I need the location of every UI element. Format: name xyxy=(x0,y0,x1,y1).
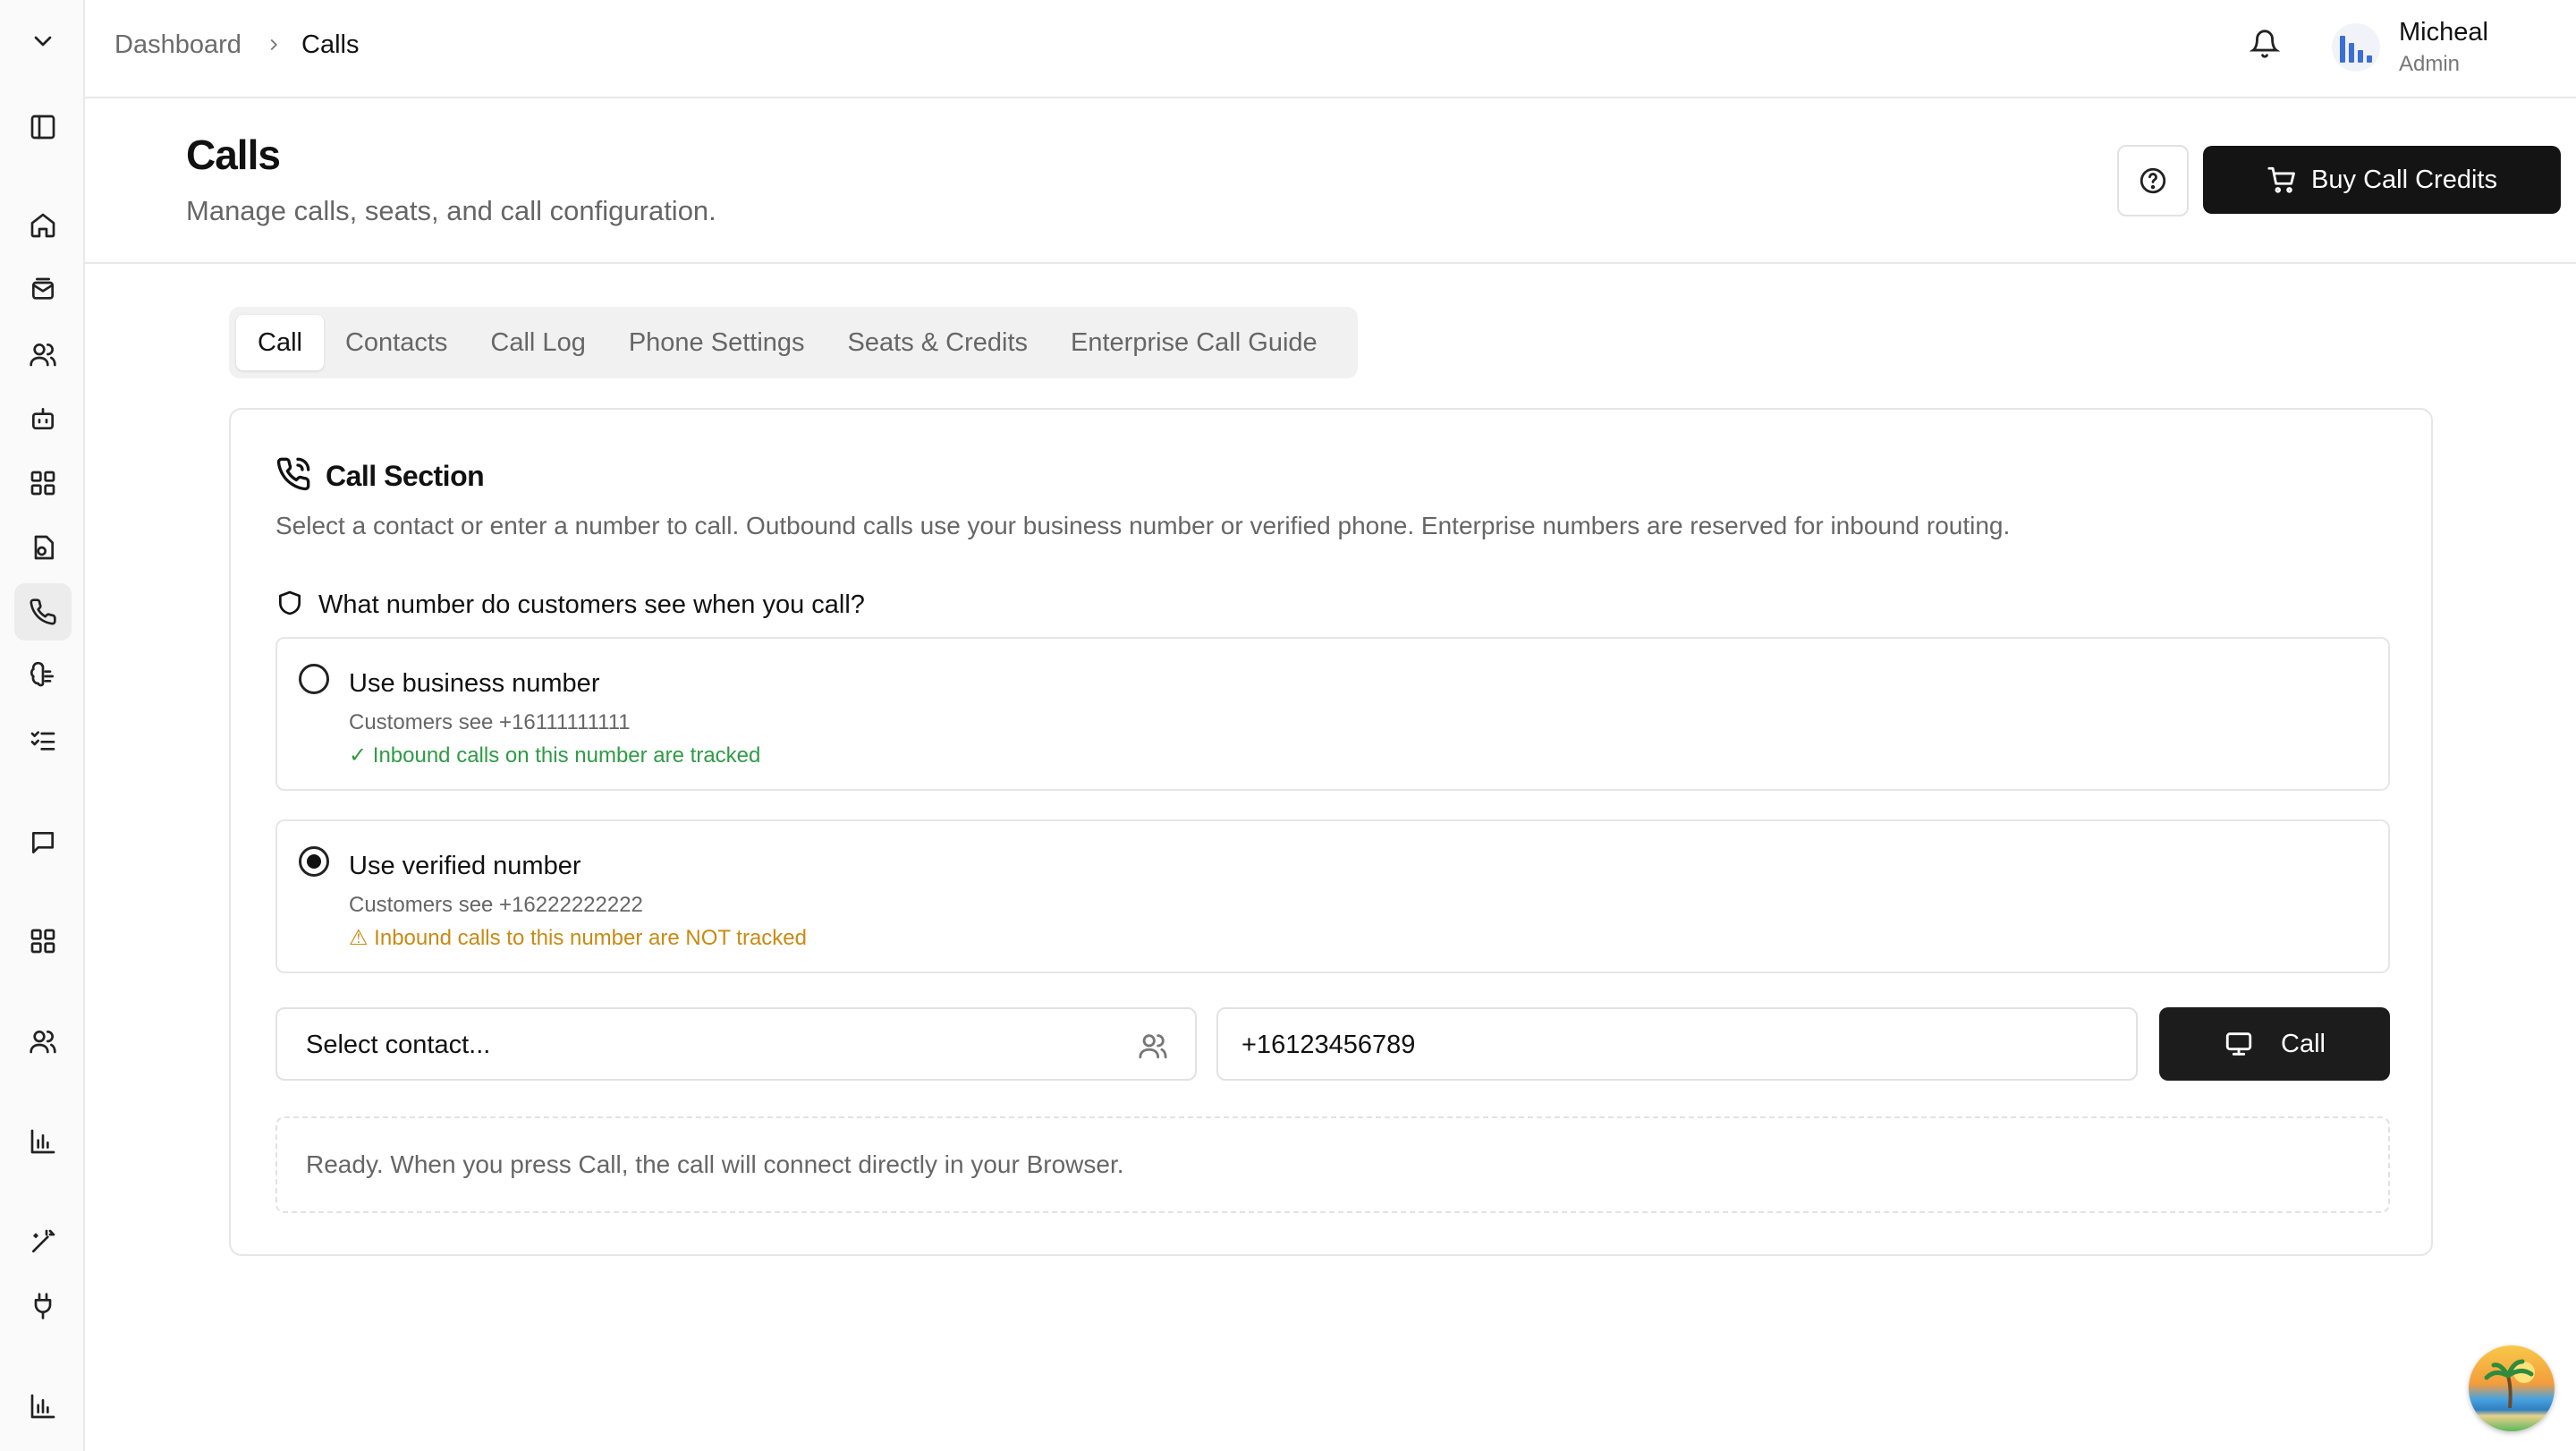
shield-icon xyxy=(275,589,304,622)
call-section-description: Select a contact or enter a number to ca… xyxy=(275,512,2011,539)
bell-icon[interactable] xyxy=(2249,29,2281,64)
users-icon[interactable] xyxy=(14,326,72,383)
option-title: Use business number xyxy=(349,669,600,698)
call-section-title: Call Section xyxy=(326,460,485,492)
top-bar: Dashboard Calls Micheal Admin xyxy=(85,0,2576,98)
cart-icon xyxy=(2267,166,2295,193)
user-name: Micheal xyxy=(2399,18,2488,47)
call-status-box: Ready. When you press Call, the call wil… xyxy=(275,1116,2390,1213)
file-settings-icon[interactable] xyxy=(14,519,72,576)
call-status-text: Ready. When you press Call, the call wil… xyxy=(306,1150,1124,1178)
tab-call-log[interactable]: Call Log xyxy=(469,315,606,370)
phone-number-value: +16123456789 xyxy=(1241,1031,1416,1059)
tab-enterprise-call-guide[interactable]: Enterprise Call Guide xyxy=(1049,315,1339,370)
phone-call-icon xyxy=(275,456,311,496)
analytics-icon[interactable] xyxy=(14,1378,72,1435)
sidebar-collapse-chevron-icon[interactable] xyxy=(14,13,72,70)
tab-call[interactable]: Call xyxy=(236,315,324,370)
tab-bar: Call Contacts Call Log Phone Settings Se… xyxy=(229,307,1358,378)
breadcrumb-dashboard[interactable]: Dashboard xyxy=(114,30,242,60)
buy-call-credits-label: Buy Call Credits xyxy=(2311,165,2497,194)
mail-icon[interactable] xyxy=(14,261,72,318)
call-button[interactable]: Call xyxy=(2159,1007,2390,1081)
bot-icon[interactable] xyxy=(14,390,72,447)
plug-icon[interactable] xyxy=(14,1277,72,1335)
phone-number-input[interactable]: +16123456789 xyxy=(1216,1007,2138,1081)
apps-icon[interactable] xyxy=(14,912,72,970)
option-title: Use verified number xyxy=(349,852,581,880)
monitor-icon xyxy=(2225,1032,2252,1056)
page-header: Calls Manage calls, seats, and call conf… xyxy=(85,98,2576,264)
grid-icon[interactable] xyxy=(14,454,72,512)
magic-wand-icon[interactable] xyxy=(14,1213,72,1270)
breadcrumb-chevron-icon xyxy=(264,32,284,62)
select-contact-placeholder: Select contact... xyxy=(306,1031,491,1059)
option-business-number[interactable]: Use business number Customers see +16111… xyxy=(275,637,2390,791)
contacts-icon[interactable] xyxy=(14,1013,72,1070)
avatar[interactable] xyxy=(2332,23,2380,72)
call-section-card: Call Section Select a contact or enter a… xyxy=(229,408,2433,1256)
buy-call-credits-button[interactable]: Buy Call Credits xyxy=(2203,146,2561,214)
tracking-note: ⚠ Inbound calls to this number are NOT t… xyxy=(349,926,807,950)
phone-icon[interactable] xyxy=(14,583,72,641)
option-subtitle: Customers see +16222222222 xyxy=(349,893,643,917)
breadcrumb-current: Calls xyxy=(301,30,360,59)
tab-seats-credits[interactable]: Seats & Credits xyxy=(826,315,1049,370)
option-verified-number[interactable]: Use verified number Customers see +16222… xyxy=(275,819,2390,973)
help-icon xyxy=(2140,167,2166,194)
assistant-fab-button[interactable] xyxy=(2469,1345,2555,1431)
message-icon[interactable] xyxy=(14,814,72,871)
user-role: Admin xyxy=(2399,52,2461,76)
radio-verified-number[interactable] xyxy=(299,846,329,877)
call-button-label: Call xyxy=(2281,1029,2326,1058)
select-contact-dropdown[interactable]: Select contact... xyxy=(275,1007,1197,1081)
bar-chart-icon[interactable] xyxy=(14,1113,72,1170)
panel-toggle-icon[interactable] xyxy=(14,98,72,156)
help-button[interactable] xyxy=(2117,145,2189,216)
brain-icon[interactable] xyxy=(14,648,72,705)
home-icon[interactable] xyxy=(14,197,72,254)
tab-contacts[interactable]: Contacts xyxy=(324,315,469,370)
option-subtitle: Customers see +16111111111 xyxy=(349,710,631,734)
caller-id-question: What number do customers see when you ca… xyxy=(318,590,865,619)
page-title: Calls xyxy=(186,132,281,178)
checklist-icon[interactable] xyxy=(14,712,72,769)
sidebar xyxy=(0,0,85,1451)
contacts-icon xyxy=(1138,1031,1168,1065)
palm-island-icon xyxy=(2484,1359,2535,1409)
page-subtitle: Manage calls, seats, and call configurat… xyxy=(186,195,716,226)
tab-phone-settings[interactable]: Phone Settings xyxy=(607,315,826,370)
tracking-note: ✓ Inbound calls on this number are track… xyxy=(349,743,761,768)
radio-business-number[interactable] xyxy=(299,664,329,694)
